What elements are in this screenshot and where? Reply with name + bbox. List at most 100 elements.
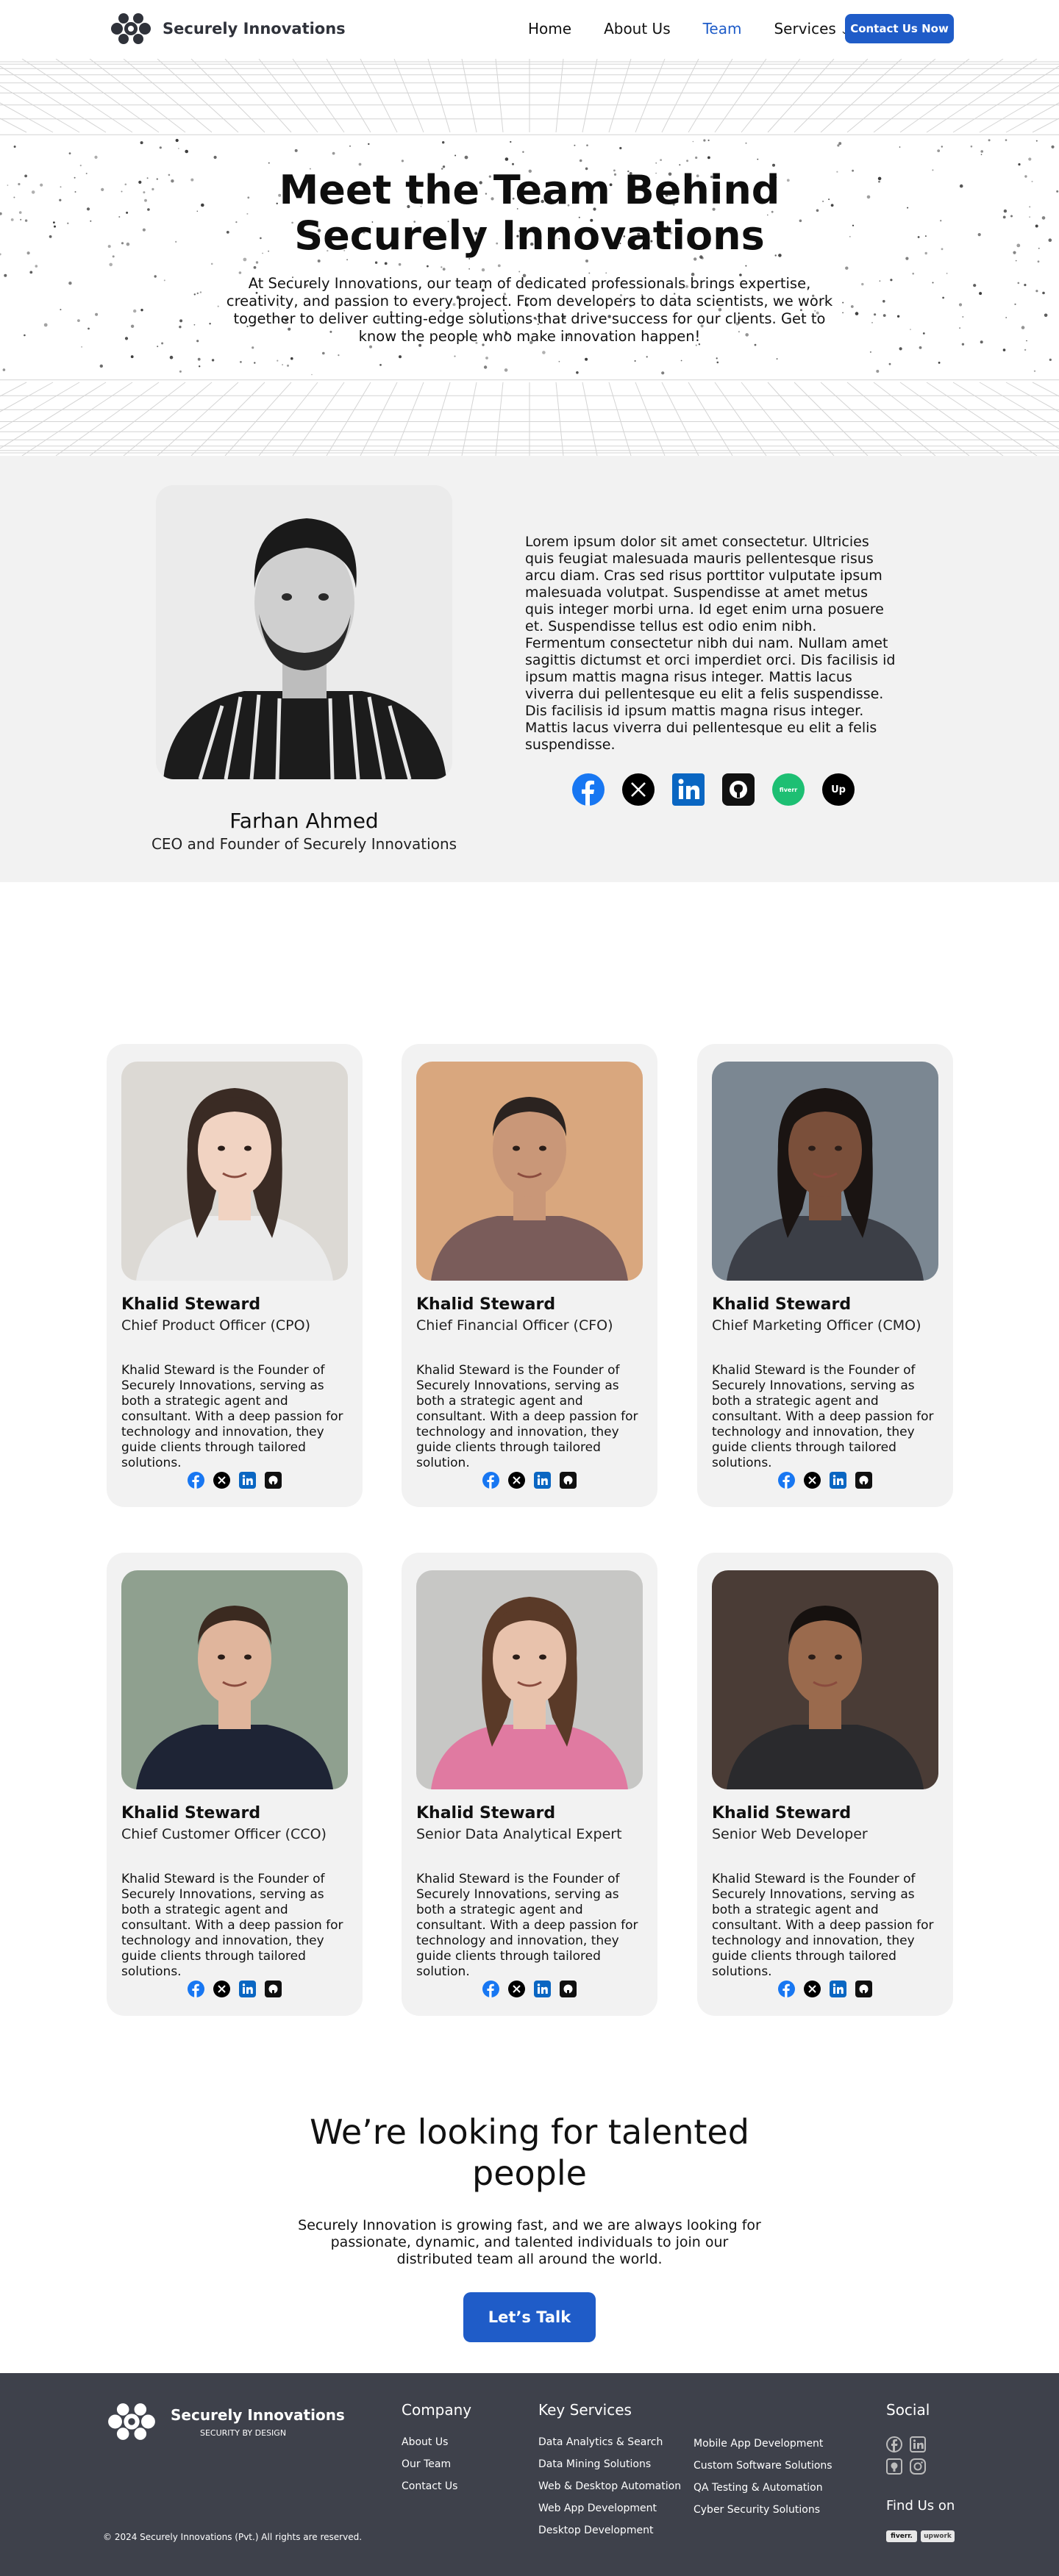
- particle-dot: [861, 282, 864, 286]
- particle-dot: [157, 346, 159, 348]
- lets-talk-button[interactable]: Let’s Talk: [463, 2292, 596, 2342]
- footer-service-automation[interactable]: Web & Desktop Automation: [538, 2480, 681, 2492]
- x-icon[interactable]: [213, 1472, 230, 1489]
- footer-service-web-app[interactable]: Web App Development: [538, 2502, 657, 2514]
- linkedin-icon[interactable]: [672, 773, 705, 806]
- brand-logo[interactable]: Securely Innovations: [107, 12, 346, 46]
- grid-line: [0, 382, 80, 430]
- x-icon[interactable]: [804, 1981, 821, 1997]
- grid-line: [846, 59, 936, 133]
- nav-about-us[interactable]: About Us: [604, 20, 671, 37]
- particle-dot: [745, 265, 747, 267]
- hero-description: At Securely Innovations, our team of ded…: [226, 275, 833, 345]
- linkedin-icon[interactable]: [830, 1472, 846, 1489]
- grid-line: [190, 382, 265, 456]
- particle-dot: [379, 364, 382, 366]
- particle-dot: [441, 266, 443, 268]
- linkedin-icon[interactable]: [239, 1472, 256, 1489]
- github-icon[interactable]: [265, 1981, 282, 1997]
- footer-service-qa-testing[interactable]: QA Testing & Automation: [693, 2482, 823, 2494]
- github-icon[interactable]: [886, 2458, 902, 2475]
- upwork-badge[interactable]: upwork: [921, 2530, 955, 2542]
- footer-service-data-mining[interactable]: Data Mining Solutions: [538, 2458, 651, 2470]
- nav-home[interactable]: Home: [528, 20, 571, 37]
- facebook-icon[interactable]: [886, 2436, 902, 2452]
- fiverr-icon[interactable]: fiverr: [772, 773, 805, 806]
- github-icon[interactable]: [855, 1981, 872, 1997]
- facebook-icon[interactable]: [188, 1981, 204, 1997]
- x-icon[interactable]: [622, 773, 655, 806]
- grid-line: [461, 382, 477, 456]
- particle-dot: [374, 261, 378, 264]
- particle-dot: [497, 264, 501, 268]
- x-icon[interactable]: [508, 1472, 525, 1489]
- particle-dot: [399, 355, 402, 359]
- grid-line: [820, 382, 902, 456]
- facebook-icon[interactable]: [188, 1472, 204, 1489]
- upwork-icon-text: Up: [831, 784, 846, 795]
- grid-line: [555, 382, 564, 456]
- github-icon[interactable]: [722, 773, 755, 806]
- facebook-icon[interactable]: [482, 1981, 499, 1997]
- x-icon[interactable]: [508, 1981, 525, 1997]
- hiring-title: We’re looking for talented people: [0, 2111, 1059, 2194]
- facebook-icon[interactable]: [482, 1472, 499, 1489]
- contact-us-button[interactable]: Contact Us Now: [845, 14, 954, 43]
- hero-title-line2: Securely Innovations: [294, 212, 765, 259]
- footer-logo[interactable]: Securely Innovations SECURITY BY DESIGN: [103, 2401, 345, 2442]
- particle-dot: [716, 361, 719, 364]
- github-icon[interactable]: [855, 1472, 872, 1489]
- particle-dot: [1028, 157, 1032, 161]
- footer-link-about-us[interactable]: About Us: [402, 2436, 448, 2448]
- team-member-photo: [416, 1570, 643, 1789]
- linkedin-icon[interactable]: [534, 1472, 551, 1489]
- footer-service-custom-software[interactable]: Custom Software Solutions: [693, 2460, 832, 2472]
- particle-dot: [268, 162, 270, 164]
- footer-service-mobile-app[interactable]: Mobile App Development: [693, 2438, 823, 2450]
- particle-dot: [973, 284, 977, 287]
- github-icon[interactable]: [560, 1472, 577, 1489]
- facebook-icon[interactable]: [778, 1472, 795, 1489]
- hero-title: Meet the Team Behind Securely Innovation…: [0, 168, 1059, 259]
- footer-service-data-analytics[interactable]: Data Analytics & Search: [538, 2436, 663, 2448]
- grid-line: [1005, 382, 1059, 412]
- linkedin-icon[interactable]: [534, 1981, 551, 1997]
- fiverr-badge[interactable]: fiverr.: [886, 2530, 917, 2542]
- linkedin-icon[interactable]: [830, 1981, 846, 1997]
- facebook-icon[interactable]: [778, 1981, 795, 1997]
- grid-line: [714, 382, 767, 456]
- footer-service-desktop[interactable]: Desktop Development: [538, 2525, 653, 2536]
- facebook-icon[interactable]: [572, 773, 605, 806]
- grid-line: [0, 382, 107, 449]
- linkedin-icon[interactable]: [910, 2436, 926, 2452]
- footer-link-contact-us[interactable]: Contact Us: [402, 2480, 457, 2492]
- particle-dot: [579, 159, 582, 162]
- particle-dot: [942, 296, 944, 299]
- main-menu: Home About Us Team Services⌄: [528, 20, 881, 37]
- team-member-role: Chief Product Officer (CPO): [121, 1317, 311, 1334]
- team-member-name: Khalid Steward: [416, 1804, 556, 1822]
- particle-dot: [240, 361, 242, 363]
- upwork-icon[interactable]: Up: [822, 773, 855, 806]
- particle-dot: [454, 154, 457, 157]
- nav-services[interactable]: Services⌄: [774, 20, 848, 37]
- nav-team[interactable]: Team: [703, 20, 742, 37]
- footer-service-cyber-security[interactable]: Cyber Security Solutions: [693, 2504, 820, 2516]
- particle-dot: [60, 309, 62, 311]
- particle-dot: [287, 364, 289, 367]
- github-icon[interactable]: [560, 1981, 577, 1997]
- particle-dot: [483, 365, 488, 369]
- particle-dot: [346, 259, 348, 261]
- particle-dot: [842, 312, 844, 314]
- instagram-icon[interactable]: [910, 2458, 926, 2475]
- linkedin-icon[interactable]: [239, 1981, 256, 1997]
- x-icon[interactable]: [804, 1472, 821, 1489]
- particle-dot: [899, 347, 902, 351]
- x-icon[interactable]: [213, 1981, 230, 1997]
- particle-dot: [199, 291, 202, 293]
- github-icon[interactable]: [265, 1472, 282, 1489]
- particle-dot: [838, 142, 842, 146]
- footer-link-our-team[interactable]: Our Team: [402, 2458, 451, 2470]
- particle-dot: [124, 337, 129, 340]
- particle-dot: [369, 345, 372, 348]
